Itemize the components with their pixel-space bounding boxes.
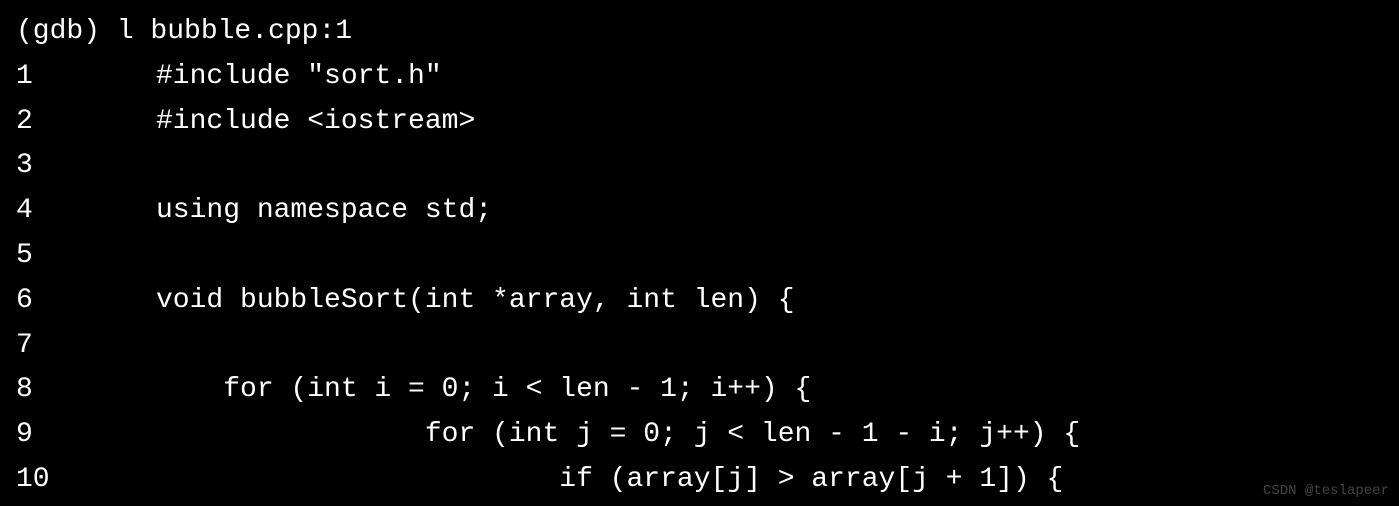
code-content: for (int j = 0; j < len - 1 - i; j++) { (156, 413, 1080, 458)
code-content: for (int i = 0; i < len - 1; i++) { (156, 368, 811, 413)
line-number: 5 (16, 234, 156, 279)
code-content: if (array[j] > array[j + 1]) { (156, 458, 1063, 503)
code-line: 9 for (int j = 0; j < len - 1 - i; j++) … (16, 413, 1383, 458)
code-content: void bubbleSort(int *array, int len) { (156, 279, 795, 324)
code-content: #include "sort.h" (156, 55, 442, 100)
code-line: 7 (16, 324, 1383, 369)
line-number: 4 (16, 189, 156, 234)
line-number: 10 (16, 458, 156, 503)
code-line: 4 using namespace std; (16, 189, 1383, 234)
code-content: using namespace std; (156, 189, 492, 234)
code-line: 6 void bubbleSort(int *array, int len) { (16, 279, 1383, 324)
line-number: 9 (16, 413, 156, 458)
line-number: 2 (16, 100, 156, 145)
line-number: 7 (16, 324, 156, 369)
watermark-text: CSDN @teslapeer (1263, 480, 1389, 502)
code-line: 10 if (array[j] > array[j + 1]) { (16, 458, 1383, 503)
code-line: 8 for (int i = 0; i < len - 1; i++) { (16, 368, 1383, 413)
code-line: 5 (16, 234, 1383, 279)
line-number: 8 (16, 368, 156, 413)
line-number: 6 (16, 279, 156, 324)
code-line: 2 #include <iostream> (16, 100, 1383, 145)
code-line: 1 #include "sort.h" (16, 55, 1383, 100)
line-number: 3 (16, 144, 156, 189)
line-number: 1 (16, 55, 156, 100)
gdb-prompt-line[interactable]: (gdb) l bubble.cpp:1 (16, 10, 1383, 55)
code-content: #include <iostream> (156, 100, 475, 145)
code-line: 3 (16, 144, 1383, 189)
